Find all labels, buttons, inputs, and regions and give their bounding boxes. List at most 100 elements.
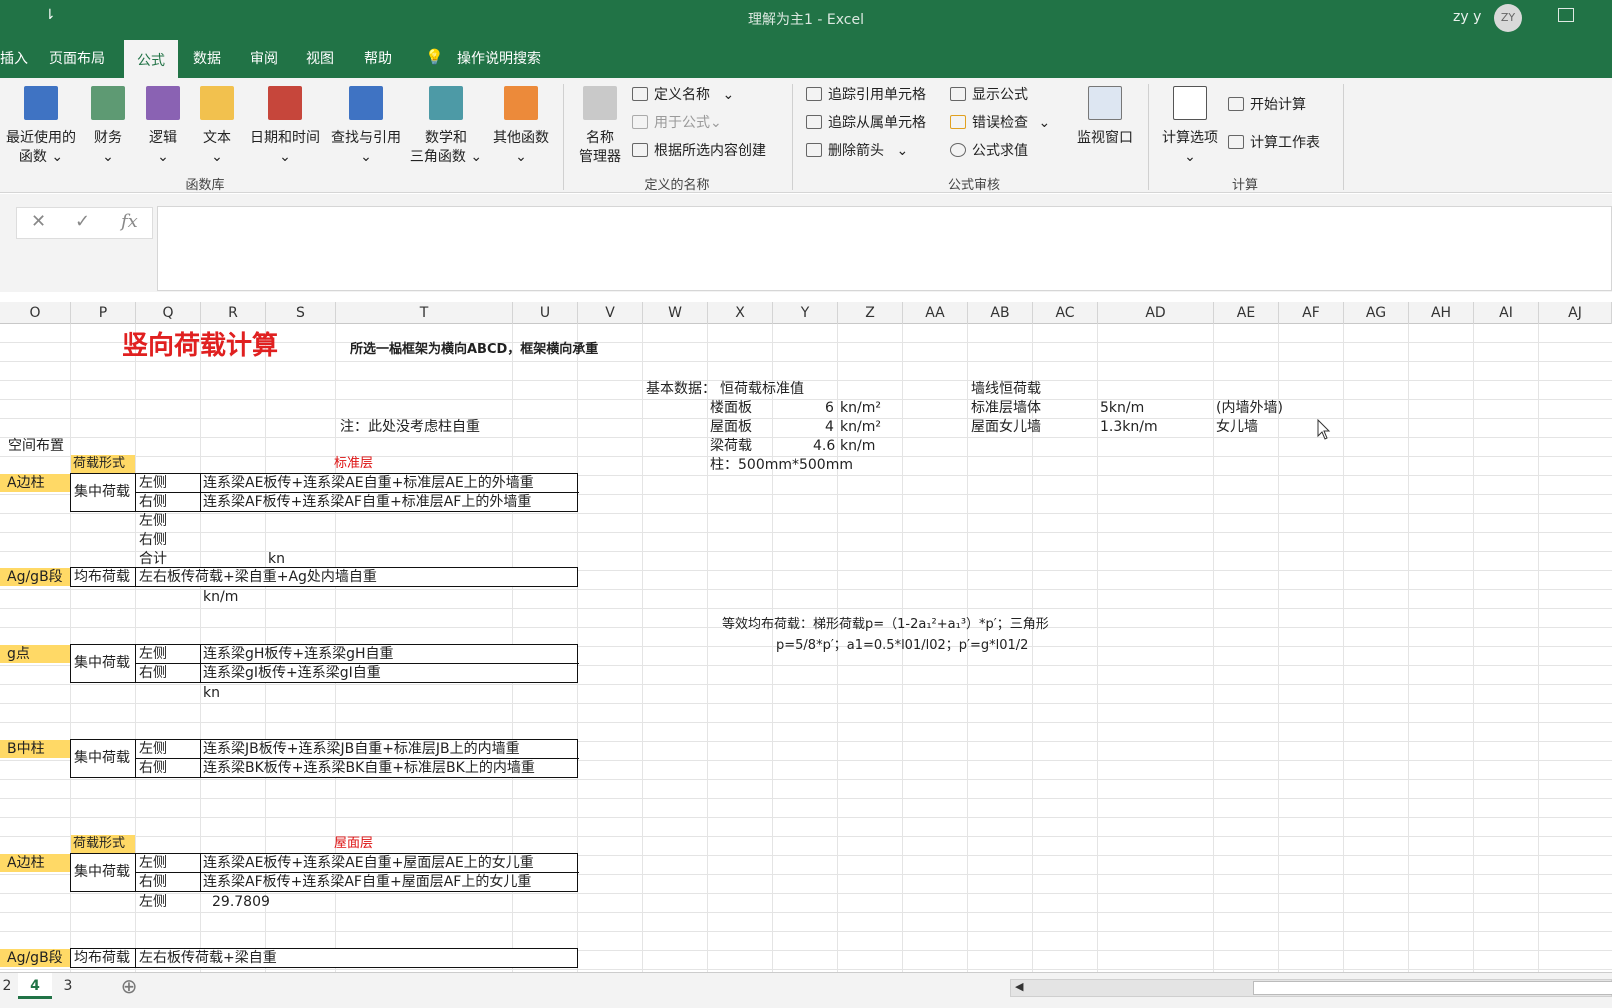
- sheet-tab[interactable]: 3: [56, 973, 80, 999]
- use-in-formula-button[interactable]: 用于公式⌄: [632, 112, 722, 132]
- col-header[interactable]: AH: [1409, 302, 1474, 324]
- equiv-load-text-2: p=5/8*p′；a1=0.5*l01/l02；p′=g*l01/2: [776, 638, 1029, 653]
- tab-view[interactable]: 视图: [306, 48, 334, 68]
- col-header[interactable]: AI: [1474, 302, 1539, 324]
- b-right-text: 连系梁BK板传+连系梁BK自重+标准层BK上的内墙重: [203, 760, 535, 776]
- name-manager-icon: [583, 86, 617, 120]
- col-header[interactable]: Q: [136, 302, 201, 324]
- col-header[interactable]: R: [201, 302, 266, 324]
- g-left-text: 连系梁gH板传+连系梁gH自重: [203, 646, 394, 662]
- sheet-tab-active[interactable]: 4: [18, 973, 52, 999]
- math-trig-button[interactable]: 数学和 三角函数 ⌄: [408, 86, 484, 167]
- parapet-note: 女儿墙: [1216, 419, 1258, 435]
- financial-button[interactable]: 财务 ⌄: [88, 86, 128, 167]
- col-header[interactable]: AG: [1344, 302, 1409, 324]
- datetime-button[interactable]: 日期和时间 ⌄: [243, 86, 327, 167]
- formula-bar: ✕ ✓ fx: [0, 194, 1612, 292]
- left-label: 左侧: [139, 513, 167, 529]
- text-button[interactable]: 文本 ⌄: [197, 86, 237, 167]
- roof-slab-label: 屋面板: [710, 419, 752, 435]
- col-header[interactable]: X: [708, 302, 773, 324]
- concentrated-load-label: 集中荷载: [74, 655, 130, 671]
- window-title: 理解为主1 - Excel: [748, 12, 864, 28]
- sheet-tab[interactable]: 2: [0, 973, 14, 999]
- calculate-now-button[interactable]: 开始计算: [1228, 94, 1306, 114]
- col-header[interactable]: AJ: [1539, 302, 1612, 324]
- calculate-sheet-button[interactable]: 计算工作表: [1228, 132, 1320, 152]
- group-label-calculation: 计算: [1231, 178, 1258, 193]
- trace-precedents-button[interactable]: 追踪引用单元格: [806, 84, 926, 104]
- ribbon-tabs: 插入 页面布局 公式 数据 审阅 视图 帮助 💡 操作说明搜索: [0, 36, 1612, 78]
- col-header[interactable]: O: [0, 302, 71, 324]
- logical-button[interactable]: 逻辑 ⌄: [143, 86, 183, 167]
- horizontal-scrollbar[interactable]: ◀: [1010, 979, 1612, 997]
- col-header[interactable]: AD: [1098, 302, 1214, 324]
- group-label-formula-auditing: 公式审核: [947, 178, 1000, 193]
- fx-icon[interactable]: fx: [121, 211, 138, 232]
- recent-functions-button[interactable]: 最近使用的 函数 ⌄: [0, 86, 82, 167]
- unit-label: kn/m: [840, 438, 876, 454]
- tab-insert[interactable]: 插入: [0, 48, 28, 68]
- cell-grid[interactable]: 竖向荷载计算 所选一榀框架为横向ABCD，框架横向承重 基本数据： 恒荷载标准值…: [0, 324, 1612, 972]
- name-manager-button[interactable]: 名称 管理器: [574, 86, 626, 167]
- g-right-text: 连系梁gI板传+连系梁gI自重: [203, 665, 381, 681]
- col-header[interactable]: T: [336, 302, 513, 324]
- more-functions-button[interactable]: 其他函数 ⌄: [488, 86, 554, 167]
- col-header[interactable]: AC: [1033, 302, 1098, 324]
- cancel-icon[interactable]: ✕: [31, 211, 46, 232]
- right-label: 右侧: [139, 760, 167, 776]
- trace-dependents-icon: [806, 115, 822, 129]
- calc-options-button[interactable]: 计算选项 ⌄: [1158, 86, 1222, 167]
- tab-data[interactable]: 数据: [193, 48, 221, 68]
- roof-slab-value: 4: [825, 419, 834, 435]
- col-header[interactable]: P: [71, 302, 136, 324]
- tell-me-search[interactable]: 操作说明搜索: [457, 48, 541, 68]
- right-label: 右侧: [139, 494, 167, 510]
- tab-formulas[interactable]: 公式: [124, 40, 178, 78]
- create-from-selection-button[interactable]: 根据所选内容创建: [632, 140, 766, 160]
- col-header[interactable]: U: [513, 302, 578, 324]
- tab-help[interactable]: 帮助: [364, 48, 392, 68]
- agb-segment-label: Ag/gB段: [0, 949, 70, 967]
- tab-page-layout[interactable]: 页面布局: [49, 48, 105, 68]
- theta-icon: [429, 86, 463, 120]
- tab-review[interactable]: 审阅: [250, 48, 278, 68]
- uniform-load-label: 均布荷载: [74, 569, 130, 585]
- note-label: 注：此处没考虑柱自重: [340, 419, 480, 435]
- roof-floor-label: 屋面层: [334, 836, 374, 851]
- restore-icon[interactable]: [1558, 8, 1574, 22]
- col-header[interactable]: AB: [968, 302, 1033, 324]
- col-header[interactable]: S: [266, 302, 336, 324]
- col-header[interactable]: AA: [903, 302, 968, 324]
- col-header[interactable]: AE: [1214, 302, 1279, 324]
- error-checking-button[interactable]: 错误检查 ⌄: [950, 112, 1050, 132]
- a-column-label: A边柱: [0, 854, 70, 872]
- watch-window-button[interactable]: 监视窗口: [1072, 86, 1138, 148]
- scroll-left-icon[interactable]: ◀: [1015, 980, 1023, 993]
- col-header[interactable]: AF: [1279, 302, 1344, 324]
- b-left-text: 连系梁JB板传+连系梁JB自重+标准层JB上的内墙重: [203, 741, 520, 757]
- col-header[interactable]: W: [643, 302, 708, 324]
- col-header[interactable]: Y: [773, 302, 838, 324]
- std-wall-label: 标准层墙体: [971, 400, 1041, 416]
- roof-a-value: 29.7809: [212, 894, 270, 910]
- user-name[interactable]: zy y: [1453, 9, 1481, 25]
- add-sheet-button[interactable]: ⊕: [116, 973, 142, 999]
- col-header[interactable]: V: [578, 302, 643, 324]
- formula-input[interactable]: [157, 206, 1612, 291]
- define-name-button[interactable]: 定义名称 ⌄: [632, 84, 734, 104]
- evaluate-formula-button[interactable]: 公式求值: [950, 140, 1028, 160]
- unit-label: kn: [268, 551, 285, 567]
- enter-icon[interactable]: ✓: [75, 211, 90, 232]
- avatar[interactable]: ZY: [1494, 4, 1522, 32]
- trace-dependents-button[interactable]: 追踪从属单元格: [806, 112, 926, 132]
- col-header[interactable]: Z: [838, 302, 903, 324]
- remove-arrows-button[interactable]: 删除箭头 ⌄: [806, 140, 908, 160]
- trace-precedents-icon: [806, 87, 822, 101]
- lookup-button[interactable]: 查找与引用 ⌄: [326, 86, 406, 167]
- scroll-thumb[interactable]: [1253, 981, 1612, 995]
- agb-segment-label: Ag/gB段: [0, 568, 70, 586]
- show-formulas-button[interactable]: 显示公式: [950, 84, 1028, 104]
- group-separator: [792, 84, 793, 190]
- group-separator: [1148, 84, 1149, 190]
